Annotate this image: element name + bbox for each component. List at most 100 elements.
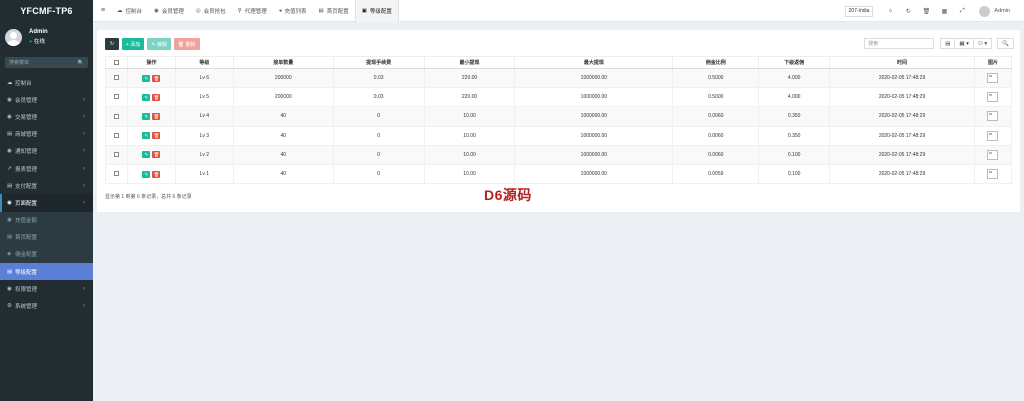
column-header[interactable]: 操作 xyxy=(126,56,176,69)
edit-row-button[interactable]: ✎ xyxy=(142,132,151,140)
delete-row-button[interactable]: 🗑 xyxy=(152,151,161,159)
checkbox[interactable] xyxy=(113,171,119,177)
fullscreen-icon[interactable]: ⤢ xyxy=(953,8,971,15)
menu-icon: ▤ xyxy=(7,234,13,241)
image-placeholder-icon[interactable] xyxy=(987,169,999,180)
app-logo[interactable]: YFCMF-TP6 xyxy=(0,0,93,22)
image-placeholder-icon[interactable] xyxy=(987,149,999,160)
sidebar-search-input[interactable]: 搜索菜单 🔍 xyxy=(5,57,88,68)
image-cell xyxy=(973,144,1013,165)
image-placeholder-icon[interactable] xyxy=(987,73,999,84)
columns-icon[interactable]: ▦ ▾ xyxy=(955,38,974,49)
tab-icon: ☁ xyxy=(117,7,123,14)
sidebar-item-6[interactable]: ▤ 支付配置 ‹ xyxy=(0,177,93,194)
edit-row-button[interactable]: ✎ xyxy=(142,74,151,82)
top-user-name[interactable]: Admin xyxy=(994,8,1010,14)
add-button[interactable]: + 添加 xyxy=(122,38,145,50)
image-placeholder-icon[interactable] xyxy=(987,111,999,122)
grid-icon[interactable]: ▦ xyxy=(935,8,953,15)
row-checkbox-cell[interactable] xyxy=(105,163,128,185)
column-header[interactable]: 佣金比例 xyxy=(672,56,760,69)
table-row[interactable]: ✎ 🗑 Lv 5 200000 0.03 220.00 1000000.00 0.5000 4.… xyxy=(105,87,1013,108)
table-row[interactable]: ✎ 🗑 Lv 4 40 0 10.00 1000000.00 0.0060 0.350 2020-… xyxy=(105,106,1013,127)
sidebar-item-7[interactable]: ◉ 页面配置 ‹ xyxy=(0,194,93,212)
tab-4[interactable]: ◂ 充值列表 xyxy=(273,0,313,22)
export-icon[interactable]: ⚇ ▾ xyxy=(973,38,993,49)
column-header[interactable]: 最小提现 xyxy=(423,56,516,69)
edit-row-button[interactable]: ✎ xyxy=(142,93,151,101)
tab-5[interactable]: ▤ 首页配置 xyxy=(313,0,355,22)
column-header[interactable]: 时间 xyxy=(829,56,975,69)
column-header[interactable]: 提现手续费 xyxy=(332,56,425,69)
tab-1[interactable]: ◉ 会员管理 xyxy=(148,0,190,22)
sidebar-item-13[interactable]: ⚙ 系统管理 ‹ xyxy=(0,297,93,314)
sidebar-item-10[interactable]: ◈ 佣金配置 xyxy=(0,245,93,264)
sidebar-menu: ☁ 控制台 ◉ 会员管理 ‹ ◉ 交易管理 ‹ ▤ 商城管理 ‹ ◉ 通知管理 ‹ ↗ 报表管理 ‹ ▤ 支付配置 ‹… xyxy=(0,74,93,315)
row-checkbox-cell[interactable] xyxy=(105,125,128,146)
top-avatar[interactable] xyxy=(979,5,991,17)
row-checkbox-cell[interactable] xyxy=(105,144,128,165)
table-row[interactable]: ✎ 🗑 Lv 1 40 0 10.00 1000000.00 0.0059 0.100 2020-… xyxy=(105,163,1013,185)
tab-label: 会员抢包 xyxy=(203,8,226,15)
checkbox[interactable] xyxy=(113,113,119,119)
home-icon[interactable]: ⌂ xyxy=(881,8,899,14)
edit-row-button[interactable]: ✎ xyxy=(142,112,151,120)
table-search-input[interactable]: 搜索 xyxy=(864,38,935,49)
tab-2[interactable]: ◎ 会员抢包 xyxy=(190,0,232,22)
sidebar-item-0[interactable]: ☁ 控制台 xyxy=(0,74,93,91)
menu-toggle-icon[interactable]: ≡ xyxy=(95,7,111,14)
checkbox[interactable] xyxy=(113,75,119,81)
cell-max: 1000000.00 xyxy=(514,163,674,185)
sidebar-item-9[interactable]: ▤ 首页配置 xyxy=(0,228,93,246)
column-header[interactable]: 最大提现 xyxy=(514,56,674,69)
column-header[interactable]: 等级 xyxy=(174,56,234,69)
search-icon[interactable]: 🔍 xyxy=(78,60,84,66)
row-checkbox-cell[interactable] xyxy=(105,87,128,108)
cell-time: 2020-02-05 17:48:29 xyxy=(829,87,975,108)
table-row[interactable]: ✎ 🗑 Lv 3 40 0 10.00 1000000.00 0.0060 0.350 2020-… xyxy=(105,125,1013,146)
sidebar-item-4[interactable]: ◉ 通知管理 ‹ xyxy=(0,143,93,160)
delete-row-button[interactable]: 🗑 xyxy=(152,132,161,140)
checkbox[interactable] xyxy=(113,132,119,138)
row-checkbox-cell[interactable] xyxy=(105,67,128,89)
sidebar-item-3[interactable]: ▤ 商城管理 ‹ xyxy=(0,126,93,143)
edit-row-button[interactable]: ✎ xyxy=(142,151,151,159)
sidebar-item-5[interactable]: ↗ 报表管理 ‹ xyxy=(0,160,93,177)
column-header[interactable]: 图片 xyxy=(973,56,1013,69)
refresh-button[interactable]: ↻ xyxy=(105,38,119,50)
sidebar-item-1[interactable]: ◉ 会员管理 ‹ xyxy=(0,91,93,108)
delete-row-button[interactable]: 🗑 xyxy=(152,74,161,82)
sidebar-item-11[interactable]: ▤ 等级配置 xyxy=(0,263,93,281)
delete-row-button[interactable]: 🗑 xyxy=(152,93,161,101)
sidebar-item-8[interactable]: ◉ 充值金额 xyxy=(0,211,93,229)
advanced-search-icon[interactable]: 🔍 xyxy=(997,38,1014,49)
sidebar-item-12[interactable]: ◉ 权限管理 ‹ xyxy=(0,280,93,297)
column-header[interactable]: 接单数量 xyxy=(232,56,334,69)
tab-3[interactable]: ⚲ 代理管理 xyxy=(232,0,273,22)
checkbox[interactable] xyxy=(113,152,119,158)
delete-row-button[interactable]: 🗑 xyxy=(152,170,161,178)
table-row[interactable]: ✎ 🗑 Lv 2 40 0 10.00 1000000.00 0.0060 0.100 2020-… xyxy=(105,144,1013,165)
edit-row-button[interactable]: ✎ xyxy=(142,170,151,178)
clear-cache-icon[interactable]: 🗑 xyxy=(917,8,935,15)
sidebar-item-label: 交易管理 xyxy=(15,114,38,121)
tab-6[interactable]: ▣ 等级配置 xyxy=(354,0,399,22)
checkbox[interactable] xyxy=(113,59,119,65)
sidebar-item-label: 商城管理 xyxy=(15,132,38,139)
column-header[interactable]: 下级返佣 xyxy=(758,56,831,69)
delete-row-button[interactable]: 🗑 xyxy=(152,112,161,120)
row-checkbox-cell[interactable] xyxy=(105,106,128,127)
image-placeholder-icon[interactable] xyxy=(987,92,999,103)
tab-0[interactable]: ☁ 控制台 xyxy=(111,0,148,22)
language-selector[interactable]: 207-India xyxy=(844,5,874,17)
toggle-view-icon[interactable]: ▤ xyxy=(940,38,956,49)
delete-button[interactable]: 🗑 删除 xyxy=(173,38,200,50)
edit-button[interactable]: ✎ 编辑 xyxy=(147,38,171,50)
select-all-checkbox[interactable] xyxy=(105,56,128,69)
image-placeholder-icon[interactable] xyxy=(987,130,999,141)
cell-orders: 200000 xyxy=(232,67,334,89)
table-row[interactable]: ✎ 🗑 Lv 6 200000 0.03 220.00 1000000.00 0.5000 4.… xyxy=(105,67,1013,89)
checkbox[interactable] xyxy=(113,94,119,100)
sidebar-item-2[interactable]: ◉ 交易管理 ‹ xyxy=(0,108,93,125)
refresh-icon[interactable]: ↻ xyxy=(899,8,917,15)
